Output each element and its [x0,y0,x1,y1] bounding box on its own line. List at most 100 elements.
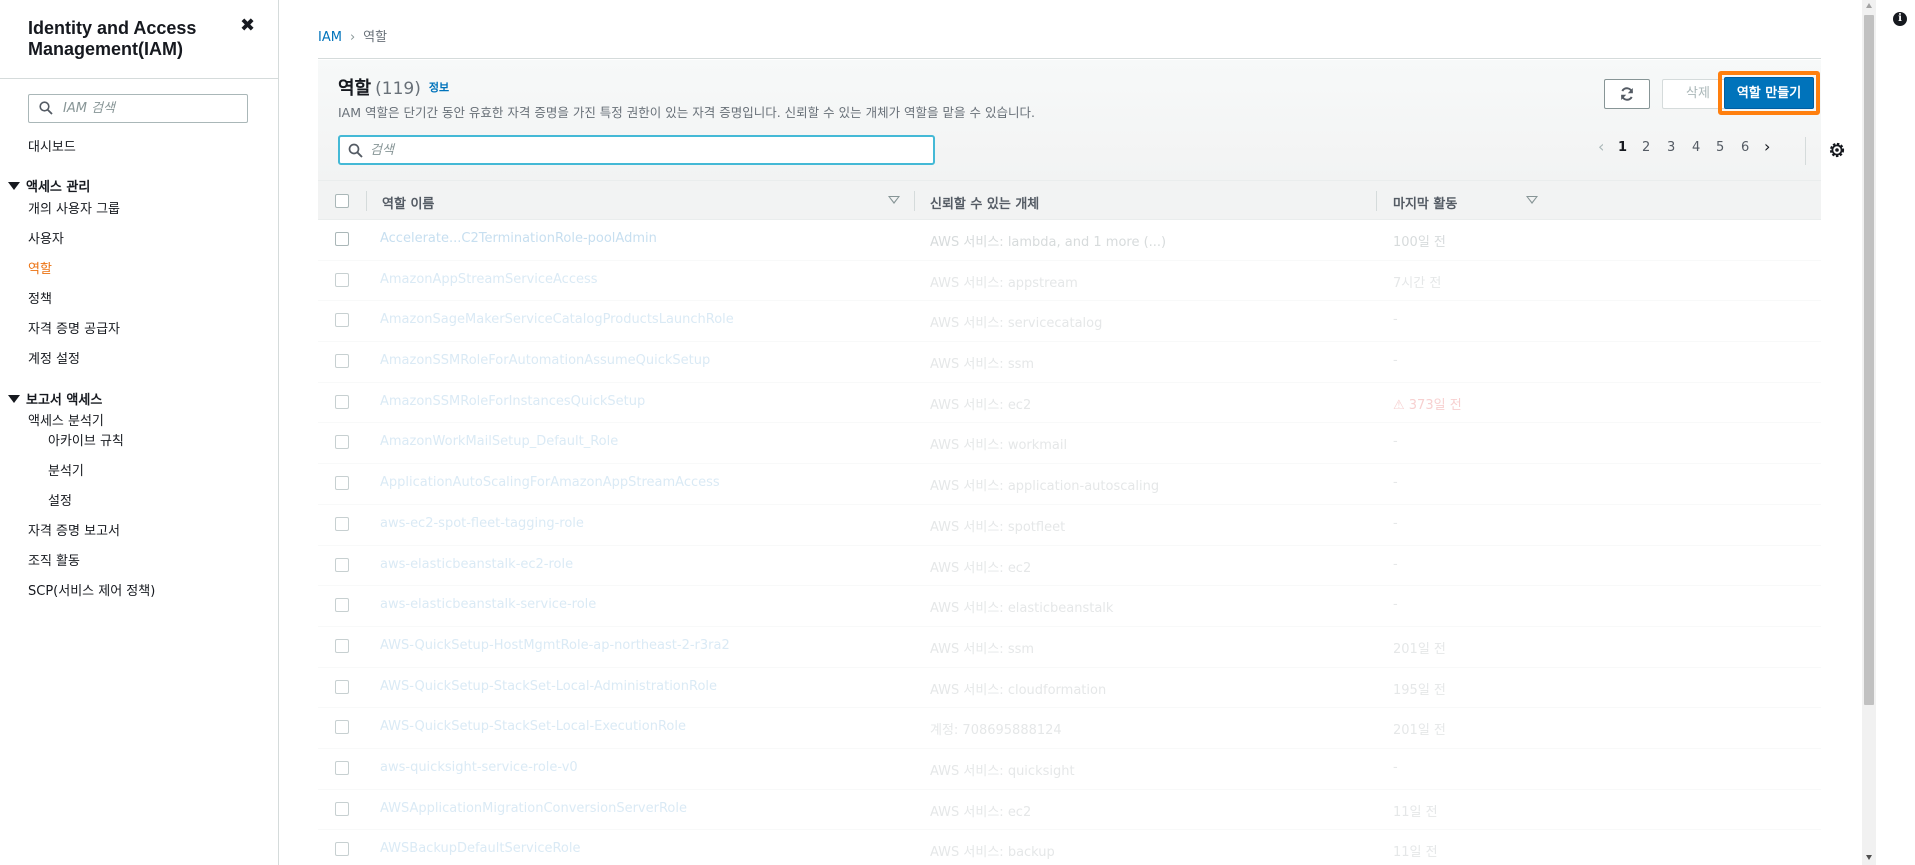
column-header-trusted-entities[interactable]: 신뢰할 수 있는 개체 [930,193,1039,212]
sidebar-search-input[interactable] [63,98,243,119]
sort-down-icon[interactable] [888,196,900,204]
row-checkbox[interactable] [335,720,349,735]
sidebar-item-analyzers[interactable]: 분석기 [48,460,84,479]
scrollbar-thumb[interactable] [1864,15,1874,705]
column-header-role-name[interactable]: 역할 이름 [382,193,434,212]
row-checkbox[interactable] [335,679,349,694]
row-checkbox[interactable] [335,272,349,287]
sidebar-item-account-settings[interactable]: 계정 설정 [28,348,80,367]
table-row[interactable]: aws-elasticbeanstalk-ec2-role AWS 서비스: ec… [318,546,1821,587]
scroll-down-icon[interactable] [1866,855,1872,860]
sidebar-item-access-analyzer[interactable]: 액세스 분석기 [28,410,104,429]
role-name-link[interactable]: AmazonSSMRoleForAutomationAssumeQuickSet… [380,353,710,368]
row-checkbox[interactable] [335,354,349,369]
role-name-link[interactable]: AmazonSSMRoleForInstancesQuickSetup [380,394,645,409]
column-header-last-activity[interactable]: 마지막 활동 [1393,193,1457,212]
close-icon[interactable]: ✖ [240,17,256,35]
page-6[interactable]: 6 [1741,140,1749,155]
trusted-entity: AWS 서비스: ec2 [930,560,1032,576]
row-checkbox[interactable] [335,232,349,246]
sidebar-item-dashboard[interactable]: 대시보드 [28,136,76,155]
roles-search[interactable] [338,135,935,165]
breadcrumb-current: 역할 [363,30,388,45]
info-icon[interactable]: i [1893,12,1907,26]
sidebar-item-identity-providers[interactable]: 자격 증명 공급자 [28,318,120,337]
row-checkbox[interactable] [335,435,349,450]
row-checkbox[interactable] [335,598,349,613]
sidebar-item-credential-report[interactable]: 자격 증명 보고서 [28,520,120,539]
select-all-checkbox[interactable] [335,194,349,208]
page-2[interactable]: 2 [1642,140,1650,155]
breadcrumb-link-iam[interactable]: IAM [318,30,342,45]
table-row[interactable]: AmazonSSMRoleForAutomationAssumeQuickSet… [318,342,1821,383]
row-checkbox[interactable] [335,394,349,409]
role-name-link[interactable]: AWS-QuickSetup-StackSet-Local-Administra… [380,679,717,694]
role-name-link[interactable]: ApplicationAutoScalingForAmazonAppStream… [380,475,720,490]
table-row[interactable]: AmazonSSMRoleForInstancesQuickSetup AWS 서… [318,383,1821,424]
create-role-button[interactable]: 역할 만들기 [1724,77,1814,109]
role-name-link[interactable]: AWSBackupDefaultServiceRole [380,841,581,856]
info-link[interactable]: 정보 [429,81,449,94]
role-name-link[interactable]: AWS-QuickSetup-StackSet-Local-ExecutionR… [380,719,686,734]
sidebar-item-organization-activity[interactable]: 조직 활동 [28,550,80,569]
row-checkbox[interactable] [335,516,349,531]
role-name-link[interactable]: aws-elasticbeanstalk-ec2-role [380,557,573,572]
sidebar-item-user-groups[interactable]: 개의 사용자 그룹 [28,198,120,217]
table-row[interactable]: AWSApplicationMigrationConversionServerR… [318,790,1821,831]
row-checkbox[interactable] [335,638,349,653]
page-4[interactable]: 4 [1692,140,1700,155]
table-row[interactable]: aws-ec2-spot-fleet-tagging-role AWS 서비스: … [318,505,1821,546]
sort-down-icon[interactable] [1526,196,1538,204]
chevron-left-icon[interactable]: ‹ [1598,137,1604,156]
role-name-link[interactable]: AmazonWorkMailSetup_Default_Role [380,434,618,449]
roles-table-container: 역할 (119) 정보 IAM 역할은 단기간 동안 유효한 자격 증명을 가진 특… [318,60,1845,865]
sidebar-item-roles[interactable]: 역할 [28,258,52,277]
sidebar-item-policies[interactable]: 정책 [28,288,52,307]
sidebar-section-reports[interactable]: 보고서 액세스 [8,389,102,408]
page-1[interactable]: 1 [1618,140,1627,155]
table-row[interactable]: AWS-QuickSetup-HostMgmtRole-ap-northeast… [318,627,1821,668]
row-checkbox[interactable] [335,842,349,857]
role-name-link[interactable]: AmazonSageMakerServiceCatalogProductsLau… [380,312,734,327]
sidebar-item-users[interactable]: 사용자 [28,228,64,247]
table-row[interactable]: ApplicationAutoScalingForAmazonAppStream… [318,464,1821,505]
chevron-right-icon[interactable]: › [1764,137,1770,156]
table-row[interactable]: Accelerate...C2TerminationRole-poolAdmin… [318,220,1821,261]
settings-gear-icon[interactable] [1827,140,1847,160]
trusted-entity: AWS 서비스: ec2 [930,804,1032,820]
table-row[interactable]: aws-elasticbeanstalk-service-role AWS 서비스… [318,586,1821,627]
page-3[interactable]: 3 [1667,140,1675,155]
table-row[interactable]: AWSBackupDefaultServiceRole AWS 서비스: back… [318,830,1821,865]
role-name-link[interactable]: AWS-QuickSetup-HostMgmtRole-ap-northeast… [380,638,730,653]
table-row[interactable]: AmazonAppStreamServiceAccess AWS 서비스: app… [318,261,1821,302]
role-name-link[interactable]: Accelerate...C2TerminationRole-poolAdmin [380,231,657,246]
table-row[interactable]: AWS-QuickSetup-StackSet-Local-Administra… [318,668,1821,709]
row-checkbox[interactable] [335,760,349,775]
role-name-link[interactable]: AmazonAppStreamServiceAccess [380,272,598,287]
refresh-button[interactable] [1604,79,1650,109]
sidebar-item-archive-rules[interactable]: 아카이브 규칙 [48,430,124,449]
page-5[interactable]: 5 [1716,140,1724,155]
row-checkbox[interactable] [335,476,349,491]
role-name-link[interactable]: AWSApplicationMigrationConversionServerR… [380,801,687,816]
scroll-up-icon[interactable] [1866,3,1872,8]
role-name-link[interactable]: aws-ec2-spot-fleet-tagging-role [380,516,584,531]
table-row[interactable]: AmazonSageMakerServiceCatalogProductsLau… [318,301,1821,343]
role-name-link[interactable]: aws-quicksight-service-role-v0 [380,760,578,775]
sidebar-search[interactable] [28,94,248,123]
table-row[interactable]: AWS-QuickSetup-StackSet-Local-ExecutionR… [318,708,1821,749]
sidebar-section-access-management[interactable]: 액세스 관리 [8,176,90,195]
row-checkbox[interactable] [335,313,349,328]
sidebar-item-analyzer-settings[interactable]: 설정 [48,490,72,509]
roles-search-input[interactable] [370,140,920,160]
last-activity: ⚠ 373일 전 [1393,397,1462,413]
row-checkbox[interactable] [335,557,349,572]
iam-console: Identity and Access Management(IAM) ✖ 대시… [0,0,1915,865]
role-name-link[interactable]: aws-elasticbeanstalk-service-role [380,597,596,612]
row-checkbox[interactable] [335,801,349,816]
table-row[interactable]: AmazonWorkMailSetup_Default_Role AWS 서비스:… [318,423,1821,465]
pager-divider [1805,137,1806,165]
table-row[interactable]: aws-quicksight-service-role-v0 AWS 서비스: q… [318,749,1821,790]
trusted-entity: AWS 서비스: workmail [930,438,1068,454]
sidebar-item-scp[interactable]: SCP(서비스 제어 정책) [28,580,155,599]
